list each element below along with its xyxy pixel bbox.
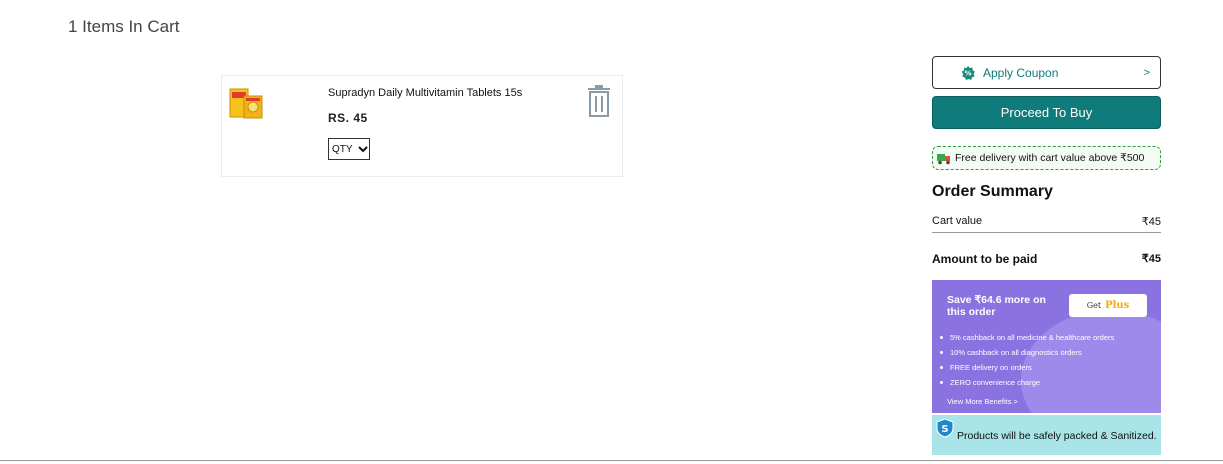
plus-benefit-item: FREE delivery on orders [937, 360, 1114, 375]
cart-heading: 1 Items In Cart [68, 17, 180, 36]
cart-value-label: Cart value [932, 215, 983, 227]
bottom-divider [0, 460, 1223, 461]
get-plus-label: Get [1086, 301, 1102, 310]
quantity-label: QTY [332, 143, 353, 155]
order-summary-title: Order Summary [932, 183, 1053, 200]
apply-coupon-button[interactable]: % Apply Coupon > [932, 56, 1161, 89]
amount-to-pay-value: ₹45 [1141, 253, 1161, 265]
plus-benefits-list: 5% cashback on all medicine & healthcare… [937, 330, 1114, 390]
apply-coupon-label: Apply Coupon [983, 65, 1059, 80]
free-delivery-text: Free delivery with cart value above ₹500 [955, 152, 1145, 164]
safety-text: Products will be safely packed & Sanitiz… [957, 430, 1157, 442]
plus-benefit-item: ZERO convenience charge [937, 375, 1114, 390]
plus-benefit-item: 5% cashback on all medicine & healthcare… [937, 330, 1114, 345]
trash-icon[interactable] [586, 84, 612, 118]
cart-value-amount: ₹45 [1141, 216, 1161, 228]
view-more-benefits-link[interactable]: View More Benefits > [947, 397, 1018, 406]
plus-benefit-item: 10% cashback on all diagnostics orders [937, 345, 1114, 360]
amount-to-pay-label: Amount to be paid [932, 252, 1038, 266]
coupon-icon: % [961, 66, 975, 80]
svg-text:%: % [964, 70, 971, 78]
plus-membership-banner[interactable]: Save ₹64.6 more on this order Get Plus 5… [932, 280, 1161, 413]
quantity-select[interactable]: QTY [328, 138, 370, 160]
safety-banner: S Products will be safely packed & Sanit… [932, 415, 1161, 455]
cart-value-row: Cart value ₹45 [932, 215, 1161, 233]
get-plus-button[interactable]: Get Plus [1069, 294, 1147, 317]
svg-text:S: S [941, 424, 948, 435]
amount-to-pay-row: Amount to be paid ₹45 [932, 252, 1161, 266]
product-thumbnail[interactable] [229, 86, 263, 120]
cart-item-card: Supradyn Daily Multivitamin Tablets 15s … [221, 75, 623, 177]
chevron-right-icon: > [1143, 66, 1150, 79]
free-delivery-note: Free delivery with cart value above ₹500 [932, 146, 1161, 170]
product-price: RS. 45 [328, 111, 368, 125]
proceed-to-buy-button[interactable]: Proceed To Buy [932, 96, 1161, 129]
delivery-truck-icon [937, 154, 950, 165]
plus-savings-title: Save ₹64.6 more on this order [947, 294, 1046, 318]
safety-shield-icon: S [936, 418, 954, 438]
chevron-down-icon [357, 146, 368, 153]
plus-logo: Plus [1105, 300, 1130, 311]
product-name[interactable]: Supradyn Daily Multivitamin Tablets 15s [328, 87, 522, 99]
